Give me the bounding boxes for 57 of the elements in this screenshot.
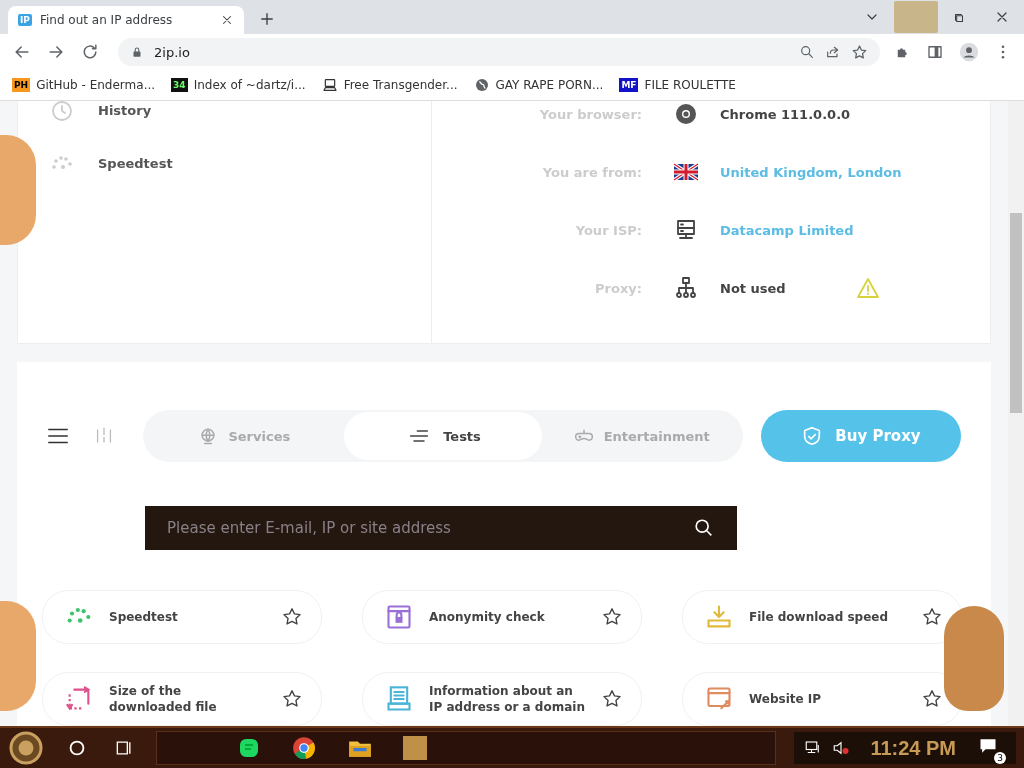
tool-label: Anonymity check <box>429 609 546 625</box>
share-icon[interactable] <box>825 44 841 60</box>
speaker-muted-icon[interactable] <box>832 739 851 757</box>
bookmark-label: Free Transgender... <box>343 78 458 92</box>
flag-icon <box>672 160 700 184</box>
bookmark-icon: 34 <box>171 78 188 92</box>
bookmark-icon: MF <box>619 78 639 92</box>
bookmark-label: GAY RAPE PORN... <box>495 78 604 92</box>
tool-card[interactable]: Anonymity check <box>362 590 642 644</box>
notifications-button[interactable]: 3 <box>976 732 1006 764</box>
star-icon[interactable] <box>851 43 868 61</box>
sidebar-item[interactable]: History <box>50 101 399 137</box>
scrollbar-thumb[interactable] <box>1010 213 1022 413</box>
tool-label: Speedtest <box>109 609 179 625</box>
tool-label: Website IP <box>749 691 823 707</box>
bookmark-icon: PH <box>12 78 31 92</box>
bookmark[interactable]: Free Transgender... <box>321 77 458 93</box>
chat-app-icon[interactable] <box>237 736 261 760</box>
star-icon[interactable] <box>281 606 303 628</box>
search-field[interactable]: Please enter E-mail, IP or site address <box>145 506 737 550</box>
tool-card[interactable]: Speedtest <box>42 590 322 644</box>
bookmark-label: Index of ~dartz/i... <box>193 78 306 92</box>
info-value: Chrome 111.0.0.0 <box>720 106 851 122</box>
star-icon[interactable] <box>601 688 623 710</box>
bookmark[interactable]: GAY RAPE PORN... <box>473 77 604 93</box>
tab-title: Find out an IP address <box>39 13 174 27</box>
clock-icon <box>50 101 74 123</box>
bookmark-label: FILE ROULETTE <box>644 78 736 92</box>
browser-tab[interactable]: IP Find out an IP address <box>8 6 244 34</box>
star-icon[interactable] <box>281 688 303 710</box>
sidebar-item[interactable]: Speedtest <box>50 137 399 190</box>
tool-label: Size of the downloaded file <box>109 683 218 715</box>
tool-label: Information about an IP address or a domain <box>429 683 585 715</box>
star-icon[interactable] <box>921 688 943 710</box>
info-value: Not used <box>720 280 786 296</box>
nav-tab[interactable]: Tests <box>343 412 543 460</box>
new-tab-icon[interactable] <box>258 10 276 28</box>
tool-label: File download speed <box>749 609 890 625</box>
star-icon[interactable] <box>921 606 943 628</box>
address-bar[interactable]: 2ip.io <box>118 38 880 66</box>
computer-icon <box>321 77 338 93</box>
scrollbar[interactable] <box>1008 101 1024 726</box>
side-panel-icon[interactable] <box>926 43 944 61</box>
notification-count: 3 <box>994 752 1006 764</box>
url-text: 2ip.io <box>154 44 190 60</box>
favicon: IP <box>18 14 32 26</box>
search-icon[interactable] <box>693 517 715 539</box>
account-icon[interactable] <box>958 41 980 63</box>
bookmark-label: GitHub - Enderma... <box>36 78 156 92</box>
close-icon[interactable] <box>220 13 234 27</box>
restore-icon[interactable] <box>952 11 966 25</box>
bookmark[interactable]: 34 Index of ~dartz/i... <box>171 78 306 92</box>
clock-time[interactable]: 11:24 PM <box>870 736 956 760</box>
bookmark[interactable]: PH GitHub - Enderma... <box>12 78 156 92</box>
bookmark[interactable]: MF FILE ROULETTE <box>619 78 736 92</box>
browser-app-icon[interactable] <box>291 735 317 761</box>
star-icon[interactable] <box>601 606 623 628</box>
